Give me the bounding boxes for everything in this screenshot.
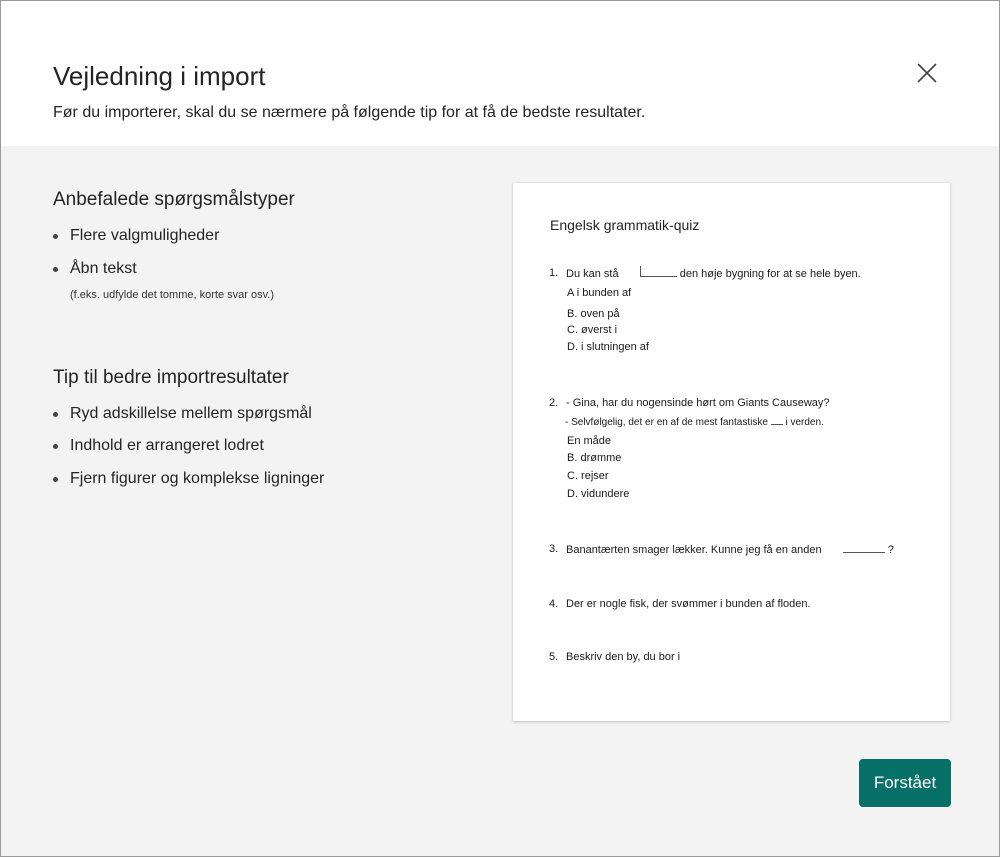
list-item-label: Ryd adskillelse mellem spørgsmål xyxy=(70,405,312,422)
question-text: Du kan stå den høje bygning for at se he… xyxy=(566,266,861,282)
answer-option: D. i slutningen af xyxy=(567,341,649,353)
question-text: - Selvfølgelig, det er en af de mest fan… xyxy=(565,414,824,428)
close-icon xyxy=(917,63,937,83)
list-item-label: Indhold er arrangeret lodret xyxy=(70,437,264,454)
answer-blank xyxy=(639,266,677,277)
recommended-list: Flere valgmuligheder Åbn tekst xyxy=(53,226,473,279)
answer-option: C. øverst i xyxy=(567,324,618,336)
quiz-question: 4. Der er nogle fisk, der svømmer i bund… xyxy=(513,597,950,617)
answer-option: B. drømme xyxy=(567,452,622,464)
guidance-panel: Anbefalede spørgsmålstyper Flere valgmul… xyxy=(53,187,473,489)
question-text: Der er nogle fisk, der svømmer i bunden … xyxy=(566,598,811,610)
list-item-label: Åbn tekst xyxy=(70,260,137,277)
question-text-start: Du kan stå xyxy=(566,268,619,280)
list-item-label: Flere valgmuligheder xyxy=(70,227,220,244)
sample-quiz-preview: Engelsk grammatik-quiz 1. Du kan stå den… xyxy=(513,183,950,721)
question-text-start: Banantærten smager lækker. Kunne jeg få … xyxy=(566,544,822,556)
import-guidance-dialog: Vejledning i import Før du importerer, s… xyxy=(0,0,1000,857)
question-text: Beskriv den by, du bor i xyxy=(566,651,681,663)
list-item: Flere valgmuligheder xyxy=(53,226,473,246)
dialog-title: Vejledning i import xyxy=(53,61,266,91)
quiz-title: Engelsk grammatik-quiz xyxy=(550,217,700,233)
answer-blank xyxy=(842,542,885,553)
bullet-icon xyxy=(53,444,58,449)
question-number: 4. xyxy=(549,598,559,610)
answer-option: D. vidundere xyxy=(567,488,630,500)
quiz-question: 3. Banantærten smager lækker. Kunne jeg … xyxy=(513,542,950,562)
tips-list: Ryd adskillelse mellem spørgsmål Indhold… xyxy=(53,404,473,489)
question-text-end: ? xyxy=(887,544,894,556)
dialog-subtitle: Før du importerer, skal du se nærmere på… xyxy=(53,104,646,121)
bullet-icon xyxy=(53,267,58,272)
list-item: Ryd adskillelse mellem spørgsmål xyxy=(53,404,473,424)
answer-option: A i bunden af xyxy=(567,287,632,299)
bullet-icon xyxy=(53,412,58,417)
answer-option: En måde xyxy=(567,435,612,447)
got-it-button[interactable]: Forstået xyxy=(859,759,951,807)
close-button[interactable] xyxy=(911,57,943,89)
question-number: 3. xyxy=(549,543,559,555)
answer-option: B. oven på xyxy=(567,308,620,320)
list-item-label: Fjern figurer og komplekse ligninger xyxy=(70,470,325,487)
question-number: 5. xyxy=(549,651,559,663)
recommended-heading: Anbefalede spørgsmålstyper xyxy=(53,189,295,210)
tips-heading: Tip til bedre importresultater xyxy=(53,367,289,388)
list-item: Indhold er arrangeret lodret xyxy=(53,436,473,456)
question-text: Banantærten smager lækker. Kunne jeg få … xyxy=(566,542,894,558)
dialog-header: Vejledning i import Før du importerer, s… xyxy=(1,1,999,146)
question-text-end: i verden. xyxy=(785,417,824,428)
answer-option: C. rejser xyxy=(567,470,609,482)
bullet-icon xyxy=(53,234,58,239)
question-text: - Gina, har du nogensinde hørt om Giants… xyxy=(566,397,830,409)
recommended-note: (f.eks. udfylde det tomme, korte svar os… xyxy=(70,289,274,301)
bullet-icon xyxy=(53,477,58,482)
list-item: Fjern figurer og komplekse ligninger xyxy=(53,469,473,489)
quiz-question: 5. Beskriv den by, du bor i xyxy=(513,650,950,670)
question-text-end: den høje bygning for at se hele byen. xyxy=(679,268,861,280)
question-number: 1. xyxy=(549,267,559,279)
question-text-start: - Selvfølgelig, det er en af de mest fan… xyxy=(565,417,768,428)
question-number: 2. xyxy=(549,397,559,409)
answer-blank xyxy=(770,414,783,425)
list-item: Åbn tekst xyxy=(53,259,473,279)
